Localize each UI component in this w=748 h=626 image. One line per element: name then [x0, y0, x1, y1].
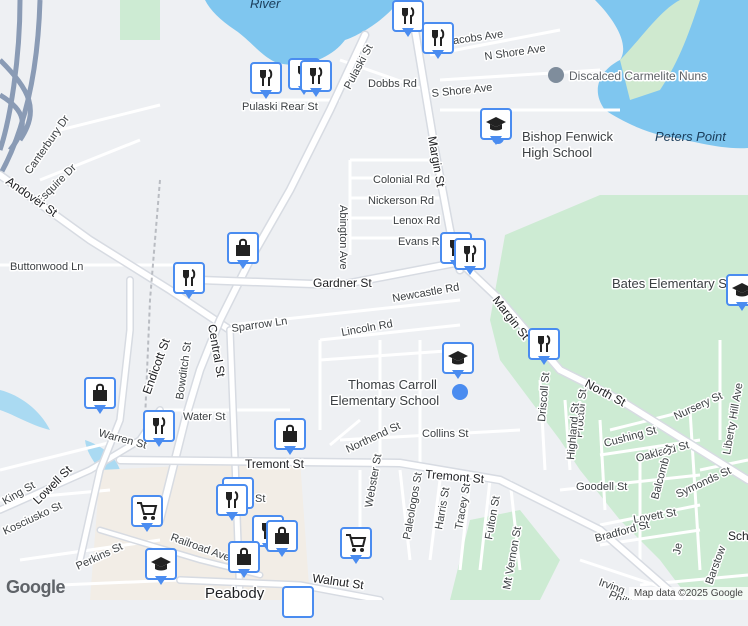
- harris-st-label: Harris St: [433, 486, 452, 530]
- colonial-rd-label: Colonial Rd: [373, 174, 430, 186]
- restaurant-marker[interactable]: [454, 238, 490, 278]
- shopping-marker[interactable]: [274, 418, 310, 458]
- evans-rd-label: Evans Rd: [398, 236, 446, 248]
- thomas-carroll-dot[interactable]: [452, 384, 468, 400]
- school-marker[interactable]: [480, 108, 516, 148]
- lenox-rd-label: Lenox Rd: [393, 215, 440, 227]
- shopping-marker[interactable]: [228, 541, 264, 581]
- water-st-label: Water St: [183, 411, 225, 423]
- pulaski-rear-st-label: Pulaski Rear St: [242, 101, 318, 113]
- tremont-st-right-label: Tremont St: [425, 467, 486, 486]
- google-logo: Google: [6, 577, 66, 597]
- nickerson-rd-label: Nickerson Rd: [368, 195, 434, 207]
- place-icon: [282, 586, 314, 618]
- school-marker[interactable]: [726, 274, 748, 314]
- shopping-marker[interactable]: [266, 520, 302, 560]
- restaurant-marker[interactable]: [422, 22, 458, 62]
- je-label: Je: [671, 542, 685, 556]
- dobbs-rd-label: Dobbs Rd: [368, 78, 417, 90]
- grocery-marker[interactable]: [340, 527, 376, 567]
- school-marker[interactable]: [145, 548, 181, 588]
- restaurant-marker[interactable]: [143, 410, 179, 450]
- tremont-st-left-label: Tremont St: [245, 457, 305, 471]
- restaurant-marker[interactable]: [528, 328, 564, 368]
- sparrow-ln-label: Sparrow Ln: [231, 315, 288, 335]
- highway-interchange: [0, 0, 43, 177]
- sch-label: Sch: [728, 529, 748, 543]
- restaurant-marker[interactable]: [300, 60, 336, 100]
- s-shore-ave-label: S Shore Ave: [431, 82, 493, 100]
- pond-water-2: [0, 390, 50, 430]
- abington-ave-label: Abington Ave: [337, 205, 349, 270]
- thomas-carroll-label-1[interactable]: Thomas Carroll: [347, 376, 439, 394]
- river-label: River: [250, 0, 281, 11]
- bates-elementary-label[interactable]: Bates Elementary S: [611, 275, 729, 293]
- grocery-marker[interactable]: [131, 495, 167, 535]
- peabody-label: Peabody: [205, 585, 265, 600]
- peters-point-label: Peters Point: [655, 129, 727, 144]
- goodell-st-label: Goodell St: [576, 481, 627, 493]
- place-marker[interactable]: [282, 586, 318, 626]
- restaurant-marker[interactable]: [250, 62, 286, 102]
- carmelite-nuns-dot[interactable]: [548, 67, 564, 83]
- map-svg: River Pulaski St Pulaski Rear St Jacobs …: [0, 0, 748, 616]
- bishop-fenwick-label-2[interactable]: High School: [521, 144, 594, 162]
- shopping-marker[interactable]: [227, 232, 263, 272]
- buttonwood-ln-label: Buttonwood Ln: [10, 261, 83, 273]
- endicott-st-label: Endicott St: [140, 336, 173, 396]
- n-shore-ave-label: N Shore Ave: [484, 43, 547, 63]
- gardner-st-label: Gardner St: [313, 276, 372, 290]
- bishop-fenwick-label-1[interactable]: Bishop Fenwick: [521, 128, 616, 146]
- shopping-marker[interactable]: [84, 377, 120, 417]
- restaurant-marker[interactable]: [173, 262, 209, 302]
- map-canvas[interactable]: River Pulaski St Pulaski Rear St Jacobs …: [0, 0, 748, 618]
- map-attribution: Map data ©2025 Google: [628, 587, 748, 600]
- collins-st-label: Collins St: [422, 428, 468, 440]
- park-area-4: [120, 0, 160, 40]
- school-marker[interactable]: [442, 342, 478, 382]
- lowell-st-label: Lowell St: [30, 462, 75, 507]
- restaurant-marker[interactable]: [216, 484, 252, 524]
- carmelite-nuns-label[interactable]: Discalced Carmelite Nuns: [568, 68, 709, 85]
- thomas-carroll-label-2[interactable]: Elementary School: [329, 392, 441, 410]
